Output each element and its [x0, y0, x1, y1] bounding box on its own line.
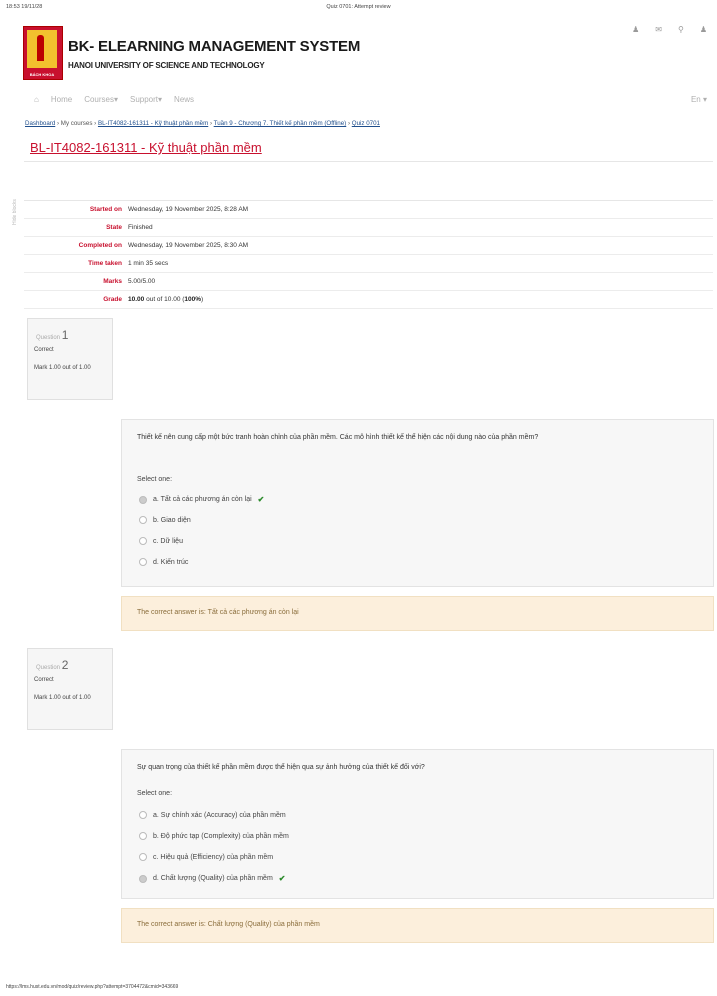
answer-option[interactable]: b. Độ phức tạp (Complexity) của phần mềm [139, 832, 289, 840]
chevron-down-icon: ▾ [113, 95, 118, 104]
question-number: Question 2 [36, 658, 69, 672]
language-selector[interactable]: En ▾ [691, 95, 707, 104]
summary-value: Wednesday, 19 November 2025, 8:28 AM [128, 206, 249, 213]
correct-answer-feedback: The correct answer is: Tất cả các phương… [121, 596, 714, 631]
summary-label: Completed on [78, 242, 122, 249]
radio-button[interactable] [139, 853, 147, 861]
radio-button[interactable] [139, 832, 147, 840]
radio-button[interactable] [139, 495, 147, 504]
answer-option[interactable]: d. Chất lượng (Quality) của phần mềm ✔ [139, 874, 285, 883]
summary-label: Marks [103, 278, 122, 285]
radio-button[interactable] [139, 874, 147, 883]
summary-row: Marks 5.00/5.00 [24, 273, 713, 291]
checkmark-icon: ✔ [257, 495, 265, 504]
home-icon[interactable]: ⌂ [34, 95, 39, 104]
answer-option[interactable]: d. Kiến trúc [139, 558, 188, 566]
nav-news[interactable]: News [174, 95, 194, 104]
summary-label: Grade [103, 296, 122, 303]
breadcrumb-section[interactable]: Tuần 9 - Chương 7. Thiết kế phần mềm (Of… [214, 120, 347, 127]
nav-courses[interactable]: Courses▾ [84, 95, 118, 104]
answer-option[interactable]: b. Giao diện [139, 516, 191, 524]
correct-answer-feedback: The correct answer is: Chất lượng (Quali… [121, 908, 714, 943]
question-text: Sự quan trọng của thiết kế phần mềm được… [137, 764, 425, 771]
breadcrumb: Dashboard › My courses › BL-IT4082-16131… [25, 120, 380, 127]
course-title-link[interactable]: BL-IT4082-161311 - Kỹ thuật phần mềm [30, 140, 262, 155]
summary-row: Started on Wednesday, 19 November 2025, … [24, 201, 713, 219]
chevron-down-icon: ▾ [158, 95, 163, 104]
site-subtitle: HANOI UNIVERSITY OF SCIENCE AND TECHNOLO… [68, 61, 265, 70]
summary-label: Started on [89, 206, 122, 213]
answer-option[interactable]: a. Tất cả các phương án còn lại ✔ [139, 495, 264, 504]
summary-row: Time taken 1 min 35 secs [24, 255, 713, 273]
answer-option[interactable]: a. Sự chính xác (Accuracy) của phần mềm [139, 811, 286, 819]
chat-icon[interactable]: ✉ [655, 25, 662, 34]
breadcrumb-dashboard[interactable]: Dashboard [25, 120, 55, 127]
main-nav: ⌂ Home Courses▾ Support▾ News En ▾ [34, 95, 707, 104]
radio-button[interactable] [139, 537, 147, 545]
summary-value: 1 min 35 secs [128, 260, 169, 267]
checkmark-icon: ✔ [278, 874, 286, 883]
breadcrumb-quiz[interactable]: Quiz 0701 [352, 120, 380, 127]
breadcrumb-course[interactable]: BL-IT4082-161311 - Kỹ thuật phần mềm [98, 120, 208, 127]
summary-row: State Finished [24, 219, 713, 237]
summary-label: State [106, 224, 122, 231]
chevron-down-icon: ▾ [702, 95, 707, 104]
summary-label: Time taken [88, 260, 122, 267]
select-one-label: Select one: [137, 790, 173, 797]
nav-support[interactable]: Support▾ [130, 95, 162, 104]
breadcrumb-my-courses[interactable]: My courses [61, 120, 93, 127]
top-icon-bar: ♟ ✉ ⚲ ♟ [632, 25, 707, 34]
radio-button[interactable] [139, 811, 147, 819]
divider [24, 161, 713, 162]
user-icon[interactable]: ♟ [632, 25, 639, 34]
university-logo[interactable]: BÁCH KHOA [23, 26, 63, 80]
summary-value: Wednesday, 19 November 2025, 8:30 AM [128, 242, 249, 249]
question-info: Question 1 Correct Mark 1.00 out of 1.00 [27, 318, 113, 400]
question-status: Correct [34, 677, 54, 683]
summary-row-grade: Grade 10.00 out of 10.00 (100%) [24, 291, 713, 309]
select-one-label: Select one: [137, 476, 173, 483]
grade-value: 10.00 out of 10.00 (100%) [128, 296, 204, 303]
radio-button[interactable] [139, 516, 147, 524]
question-info: Question 2 Correct Mark 1.00 out of 1.00 [27, 648, 113, 730]
summary-value: Finished [128, 224, 153, 231]
search-icon[interactable]: ⚲ [678, 25, 684, 34]
print-page-title: Quiz 0701: Attempt review [326, 4, 391, 10]
nav-home[interactable]: Home [51, 95, 72, 104]
answer-option[interactable]: c. Dữ liệu [139, 537, 183, 545]
question-number: Question 1 [36, 328, 69, 342]
question-content: Thiết kế nên cung cấp một bức tranh hoàn… [121, 419, 714, 587]
question-content: Sự quan trọng của thiết kế phần mềm được… [121, 749, 714, 899]
question-mark: Mark 1.00 out of 1.00 [34, 695, 91, 701]
radio-button[interactable] [139, 558, 147, 566]
site-title: BK- ELEARNING MANAGEMENT SYSTEM [68, 38, 361, 55]
user-icon[interactable]: ♟ [700, 25, 707, 34]
question-status: Correct [34, 347, 54, 353]
question-text: Thiết kế nên cung cấp một bức tranh hoàn… [137, 434, 539, 441]
question-mark: Mark 1.00 out of 1.00 [34, 365, 91, 371]
answer-option[interactable]: c. Hiệu quả (Efficiency) của phần mềm [139, 853, 273, 861]
summary-row: Completed on Wednesday, 19 November 2025… [24, 237, 713, 255]
summary-value: 5.00/5.00 [128, 278, 156, 285]
attempt-summary-table: Started on Wednesday, 19 November 2025, … [24, 201, 713, 309]
print-header: 18:53 19/11/28 Quiz 0701: Attempt review [6, 4, 711, 12]
logo-caption: BÁCH KHOA [29, 72, 55, 77]
print-footer-url: https://lms.hust.edu.vn/mod/quiz/review.… [6, 984, 179, 990]
